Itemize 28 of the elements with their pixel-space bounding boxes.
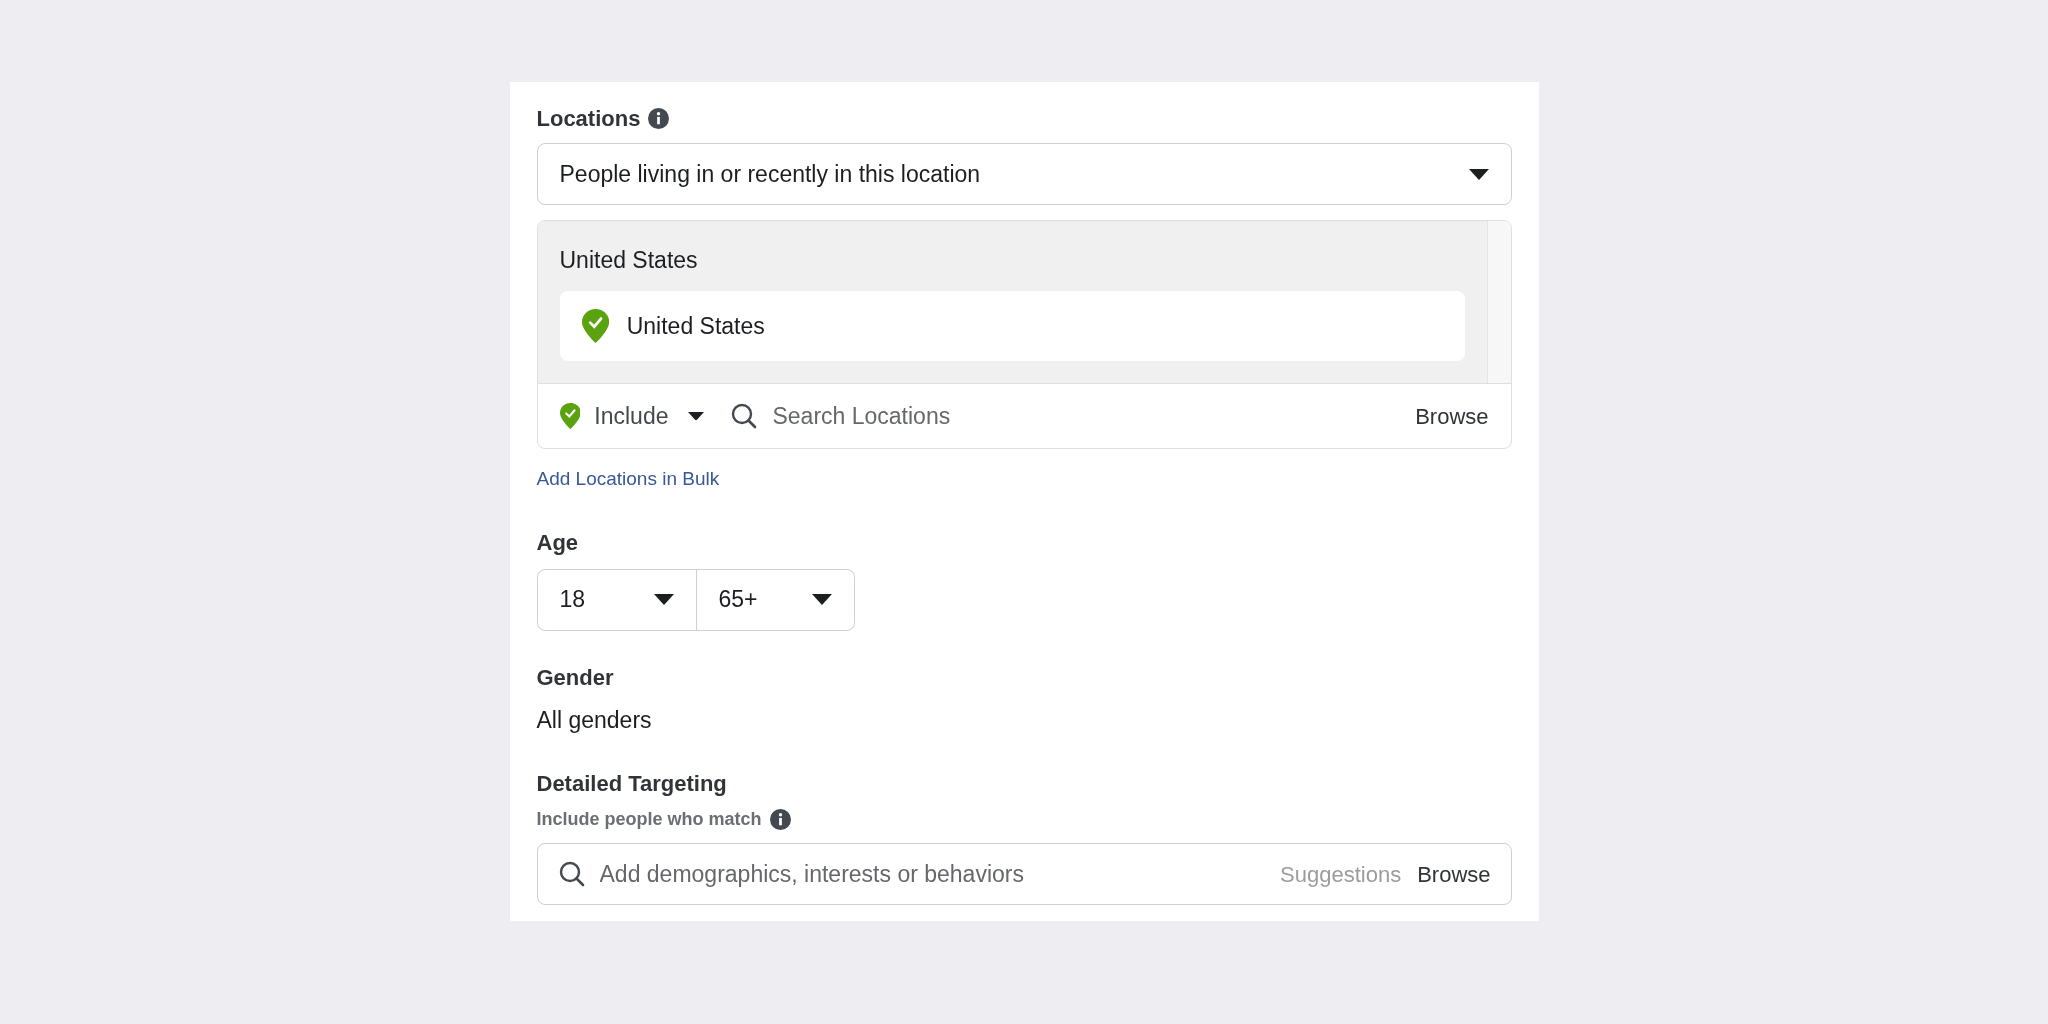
section-label: Detailed Targeting — [536, 770, 728, 798]
browse-button[interactable]: Browse — [1415, 399, 1489, 433]
section-hint: Include people who match — [536, 808, 762, 831]
info-icon[interactable] — [648, 107, 670, 129]
search-icon — [730, 402, 759, 430]
search-icon — [557, 860, 586, 888]
audience-type-dropdown[interactable]: People living in or recently in this location — [536, 143, 1512, 205]
caret-icon — [811, 594, 832, 605]
location-name: United States — [626, 311, 765, 341]
location-group-heading: United States — [559, 246, 699, 275]
gender-value: All genders — [536, 705, 653, 735]
bulk-locations-link[interactable]: Add Locations in Bulk — [536, 465, 720, 494]
section-label: Locations — [536, 104, 641, 133]
location-pin-icon — [581, 309, 609, 343]
detailed-targeting-field[interactable]: Add demographics, interests or behaviors Suggestions Browse — [536, 843, 1512, 905]
include-dropdown[interactable]: Include — [559, 398, 705, 434]
info-icon[interactable] — [769, 809, 791, 830]
browse-button[interactable]: Browse — [1417, 857, 1491, 891]
caret-icon — [653, 594, 674, 605]
section-label: Age — [536, 528, 580, 557]
caret-icon — [688, 411, 705, 421]
location-search-field[interactable]: Search Locations — [772, 398, 1416, 434]
max-age-dropdown[interactable]: 65+ — [696, 569, 854, 630]
location-chip[interactable]: United States — [559, 291, 1465, 361]
location-pin-icon — [559, 403, 581, 429]
caret-icon — [1468, 168, 1489, 180]
min-age-dropdown[interactable]: 18 — [537, 569, 697, 630]
section-label: Gender — [536, 663, 615, 692]
